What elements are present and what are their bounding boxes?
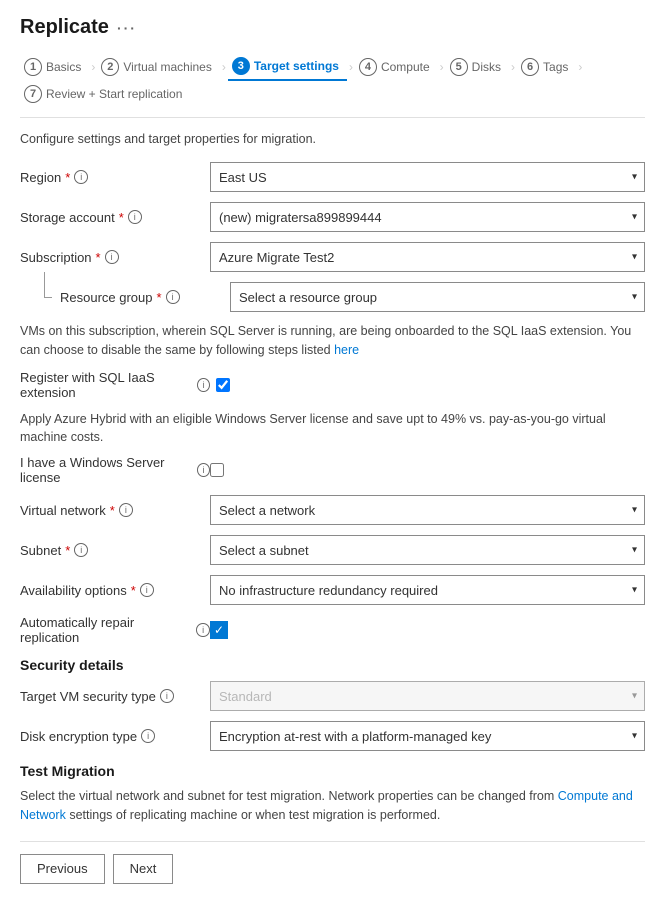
subscription-row: Subscription * i Azure Migrate Test2 ▾ bbox=[20, 242, 645, 272]
region-info-icon[interactable]: i bbox=[74, 170, 88, 184]
auto-repair-label: Automatically repair replication i bbox=[20, 615, 210, 645]
virtual-network-info-icon[interactable]: i bbox=[119, 503, 133, 517]
register-sql-info-icon[interactable]: i bbox=[197, 378, 210, 392]
subnet-select[interactable]: Select a subnet bbox=[210, 535, 645, 565]
storage-select-wrapper: (new) migratersa899899444 ▾ bbox=[210, 202, 645, 232]
subscription-label: Subscription * i bbox=[20, 250, 210, 265]
availability-row: Availability options * i No infrastructu… bbox=[20, 575, 645, 605]
target-vm-select-wrapper: Standard ▾ bbox=[210, 681, 645, 711]
region-row: Region * i East US ▾ bbox=[20, 162, 645, 192]
title-ellipsis: ··· bbox=[117, 20, 137, 36]
storage-label: Storage account * i bbox=[20, 210, 210, 225]
register-sql-label: Register with SQL IaaS extension i bbox=[20, 370, 210, 400]
windows-license-checkbox[interactable] bbox=[210, 463, 224, 477]
previous-button[interactable]: Previous bbox=[20, 854, 105, 884]
resource-group-row: Resource group * i Select a resource gro… bbox=[20, 282, 645, 312]
virtual-network-select-wrapper: Select a network ▾ bbox=[210, 495, 645, 525]
auto-repair-row: Automatically repair replication i bbox=[20, 615, 645, 645]
subscription-select[interactable]: Azure Migrate Test2 bbox=[210, 242, 645, 272]
target-vm-row: Target VM security type i Standard ▾ bbox=[20, 681, 645, 711]
region-select-wrapper: East US ▾ bbox=[210, 162, 645, 192]
button-row: Previous Next bbox=[20, 841, 645, 884]
region-label: Region * i bbox=[20, 170, 210, 185]
resource-group-select-wrapper: Select a resource group ▾ bbox=[230, 282, 645, 312]
step-tags[interactable]: 6 Tags bbox=[517, 54, 576, 80]
disk-encryption-info-icon[interactable]: i bbox=[141, 729, 155, 743]
availability-label: Availability options * i bbox=[20, 583, 210, 598]
virtual-network-select[interactable]: Select a network bbox=[210, 495, 645, 525]
windows-license-label: I have a Windows Server license i bbox=[20, 455, 210, 485]
step-compute[interactable]: 4 Compute bbox=[355, 54, 438, 80]
next-button[interactable]: Next bbox=[113, 854, 174, 884]
security-section-header: Security details bbox=[20, 657, 645, 673]
availability-select[interactable]: No infrastructure redundancy required bbox=[210, 575, 645, 605]
step-virtual-machines[interactable]: 2 Virtual machines bbox=[97, 54, 220, 80]
subnet-label: Subnet * i bbox=[20, 543, 210, 558]
step-basics[interactable]: 1 Basics bbox=[20, 54, 89, 80]
test-migration-section-header: Test Migration bbox=[20, 763, 645, 779]
availability-select-wrapper: No infrastructure redundancy required ▾ bbox=[210, 575, 645, 605]
form-description: Configure settings and target properties… bbox=[20, 132, 645, 146]
availability-info-icon[interactable]: i bbox=[140, 583, 154, 597]
virtual-network-row: Virtual network * i Select a network ▾ bbox=[20, 495, 645, 525]
sql-info-box: VMs on this subscription, wherein SQL Se… bbox=[20, 322, 645, 360]
step-target-settings[interactable]: 3 Target settings bbox=[228, 53, 347, 81]
page-title: Replicate ··· bbox=[20, 16, 645, 39]
windows-license-info-icon[interactable]: i bbox=[197, 463, 210, 477]
storage-select[interactable]: (new) migratersa899899444 bbox=[210, 202, 645, 232]
resource-group-select[interactable]: Select a resource group bbox=[230, 282, 645, 312]
subscription-select-wrapper: Azure Migrate Test2 ▾ bbox=[210, 242, 645, 272]
region-select[interactable]: East US bbox=[210, 162, 645, 192]
wizard-steps: 1 Basics › 2 Virtual machines › 3 Target… bbox=[20, 53, 645, 118]
storage-row: Storage account * i (new) migratersa8998… bbox=[20, 202, 645, 232]
target-vm-info-icon[interactable]: i bbox=[160, 689, 174, 703]
subnet-select-wrapper: Select a subnet ▾ bbox=[210, 535, 645, 565]
auto-repair-checkbox[interactable] bbox=[210, 621, 228, 639]
subnet-info-icon[interactable]: i bbox=[74, 543, 88, 557]
subnet-row: Subnet * i Select a subnet ▾ bbox=[20, 535, 645, 565]
auto-repair-info-icon[interactable]: i bbox=[196, 623, 210, 637]
disk-encryption-label: Disk encryption type i bbox=[20, 729, 210, 744]
virtual-network-label: Virtual network * i bbox=[20, 503, 210, 518]
subscription-info-icon[interactable]: i bbox=[105, 250, 119, 264]
target-vm-select[interactable]: Standard bbox=[210, 681, 645, 711]
disk-encryption-select-wrapper: Encryption at-rest with a platform-manag… bbox=[210, 721, 645, 751]
register-sql-row: Register with SQL IaaS extension i bbox=[20, 370, 645, 400]
step-disks[interactable]: 5 Disks bbox=[446, 54, 509, 80]
sql-here-link[interactable]: here bbox=[334, 343, 359, 357]
disk-encryption-select[interactable]: Encryption at-rest with a platform-manag… bbox=[210, 721, 645, 751]
register-sql-checkbox[interactable] bbox=[216, 378, 230, 392]
test-migration-desc: Select the virtual network and subnet fo… bbox=[20, 787, 645, 825]
disk-encryption-row: Disk encryption type i Encryption at-res… bbox=[20, 721, 645, 751]
storage-info-icon[interactable]: i bbox=[128, 210, 142, 224]
resource-group-label: Resource group * i bbox=[60, 290, 230, 305]
azure-hybrid-text: Apply Azure Hybrid with an eligible Wind… bbox=[20, 410, 645, 448]
windows-license-row: I have a Windows Server license i bbox=[20, 455, 645, 485]
step-review[interactable]: 7 Review + Start replication bbox=[20, 81, 190, 107]
resource-group-info-icon[interactable]: i bbox=[166, 290, 180, 304]
target-vm-label: Target VM security type i bbox=[20, 689, 210, 704]
